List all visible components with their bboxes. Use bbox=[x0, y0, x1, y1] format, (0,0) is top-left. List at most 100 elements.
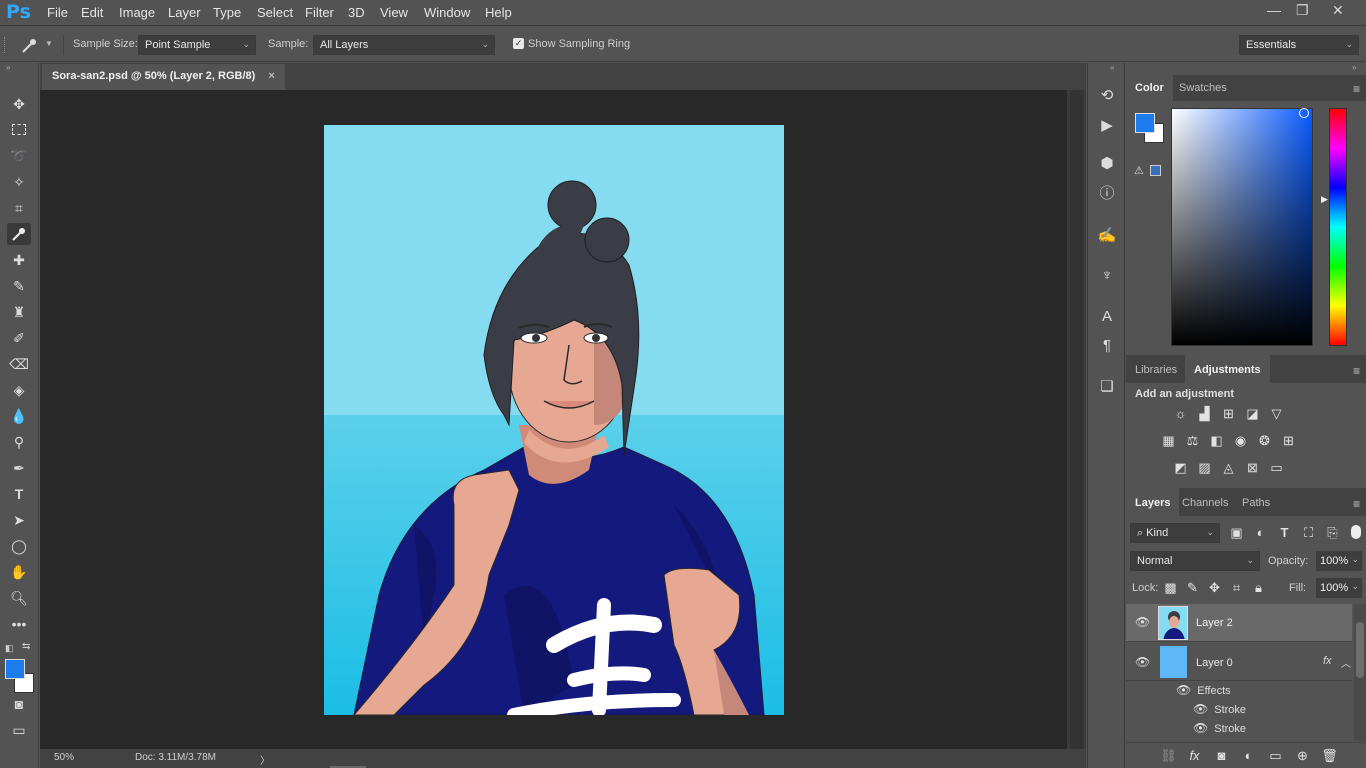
visibility-eye-icon[interactable]: 👁︎ bbox=[1193, 721, 1208, 735]
show-ring-checkbox[interactable]: ✓ bbox=[513, 38, 524, 49]
layer-name[interactable]: Layer 0 bbox=[1196, 657, 1233, 669]
healing-brush-tool-icon[interactable]: ✚ bbox=[7, 249, 31, 271]
brush-settings-icon[interactable]: ✍ bbox=[1096, 225, 1118, 247]
zoom-tool-icon[interactable]: 🔍︎ bbox=[7, 587, 31, 609]
hue-slider-handle[interactable]: ▶ bbox=[1321, 194, 1328, 205]
sample-dropdown[interactable]: All Layers ⌄ bbox=[313, 35, 495, 55]
blur-tool-icon[interactable]: 💧 bbox=[7, 405, 31, 427]
eyedropper-tool-icon[interactable] bbox=[7, 223, 31, 245]
effects-row[interactable]: 👁︎ Effects bbox=[1176, 683, 1231, 697]
add-style-icon[interactable]: fx bbox=[1186, 749, 1203, 763]
color-balance-icon[interactable]: ⚖ bbox=[1184, 434, 1201, 448]
menu-window[interactable]: Window bbox=[424, 5, 470, 20]
document-tab[interactable]: Sora-san2.psd @ 50% (Layer 2, RGB/8) × bbox=[42, 64, 285, 90]
character-panel-icon[interactable]: A bbox=[1096, 306, 1118, 328]
hand-tool-icon[interactable]: ✋ bbox=[7, 561, 31, 583]
tab-color[interactable]: Color bbox=[1126, 75, 1173, 101]
status-menu-arrow[interactable]: 〉 bbox=[260, 752, 270, 767]
info-panel-icon[interactable]: ⓘ bbox=[1096, 183, 1118, 205]
close-window-button[interactable]: ✕ bbox=[1332, 2, 1344, 19]
default-colors-icon[interactable]: ◧ bbox=[5, 643, 14, 654]
hue-slider[interactable] bbox=[1329, 108, 1347, 346]
tab-swatches[interactable]: Swatches bbox=[1170, 75, 1236, 101]
invert-icon[interactable]: ◩ bbox=[1172, 461, 1189, 475]
posterize-icon[interactable]: ▨ bbox=[1196, 461, 1213, 475]
filter-pixel-icon[interactable]: ▣ bbox=[1228, 526, 1245, 540]
visibility-eye-icon[interactable]: 👁︎ bbox=[1135, 655, 1150, 669]
threshold-icon[interactable]: ◬ bbox=[1220, 461, 1237, 475]
lock-image-icon[interactable]: ✎ bbox=[1184, 581, 1201, 595]
close-tab-icon[interactable]: × bbox=[268, 70, 274, 82]
color-field-picker[interactable] bbox=[1171, 108, 1313, 346]
web-safe-swatch[interactable] bbox=[1150, 165, 1161, 176]
opacity-field[interactable]: 100% ⌄ bbox=[1316, 551, 1362, 571]
layer-name[interactable]: Layer 2 bbox=[1196, 617, 1233, 629]
marquee-tool-icon[interactable] bbox=[7, 119, 31, 141]
menu-help[interactable]: Help bbox=[485, 5, 512, 20]
add-mask-icon[interactable]: ◙ bbox=[1213, 749, 1230, 763]
new-group-icon[interactable]: ▭ bbox=[1267, 749, 1284, 763]
gamut-warning-icon[interactable]: ⚠ bbox=[1134, 164, 1144, 177]
styles-panel-icon[interactable]: ❏ bbox=[1096, 376, 1118, 398]
menu-type[interactable]: Type bbox=[213, 5, 241, 20]
lock-artboard-icon[interactable]: ⌗ bbox=[1228, 581, 1245, 595]
menu-image[interactable]: Image bbox=[119, 5, 155, 20]
magic-wand-tool-icon[interactable]: ✧ bbox=[7, 171, 31, 193]
filter-type-icon[interactable]: T bbox=[1276, 526, 1293, 540]
menu-view[interactable]: View bbox=[380, 5, 408, 20]
menu-filter[interactable]: Filter bbox=[305, 5, 334, 20]
effect-row[interactable]: 👁︎ Stroke bbox=[1193, 702, 1246, 716]
tab-paths[interactable]: Paths bbox=[1233, 488, 1279, 514]
menu-edit[interactable]: Edit bbox=[81, 5, 103, 20]
layer-fx-badge[interactable]: fx bbox=[1323, 655, 1332, 667]
fill-field[interactable]: 100% ⌄ bbox=[1316, 578, 1362, 598]
paragraph-panel-icon[interactable]: ¶ bbox=[1096, 335, 1118, 357]
menu-select[interactable]: Select bbox=[257, 5, 293, 20]
hue-saturation-icon[interactable]: ▦ bbox=[1160, 434, 1177, 448]
channel-mixer-icon[interactable]: ❂ bbox=[1256, 434, 1273, 448]
new-layer-icon[interactable]: ⊕ bbox=[1294, 749, 1311, 763]
swap-colors-icon[interactable]: ⇆ bbox=[22, 641, 30, 652]
filter-toggle[interactable] bbox=[1351, 525, 1361, 539]
minimize-button[interactable]: — bbox=[1267, 2, 1281, 18]
photo-filter-icon[interactable]: ◉ bbox=[1232, 434, 1249, 448]
black-white-icon[interactable]: ◧ bbox=[1208, 434, 1225, 448]
layer-row-layer-2[interactable]: 👁︎ Layer 2 bbox=[1126, 604, 1352, 642]
layers-scrollbar[interactable] bbox=[1354, 604, 1366, 741]
panel-menu-icon[interactable]: ≡ bbox=[1353, 497, 1360, 511]
paint-bucket-tool-icon[interactable]: ◈ bbox=[7, 379, 31, 401]
expand-arrows-icon[interactable]: « bbox=[1110, 63, 1114, 72]
grip-handle[interactable] bbox=[4, 37, 8, 53]
collapse-panels-icon[interactable]: » bbox=[1352, 63, 1356, 72]
brightness-contrast-icon[interactable]: ☼ bbox=[1172, 407, 1189, 421]
move-tool-icon[interactable]: ✥ bbox=[7, 93, 31, 115]
actions-panel-icon[interactable]: ▶ bbox=[1096, 115, 1118, 137]
lock-position-icon[interactable]: ✥ bbox=[1206, 581, 1223, 595]
clone-source-icon[interactable]: ♆ bbox=[1096, 265, 1118, 287]
type-tool-icon[interactable]: T bbox=[7, 483, 31, 505]
workspace-dropdown[interactable]: Essentials ⌄ bbox=[1239, 35, 1359, 55]
vertical-scrollbar[interactable] bbox=[1067, 90, 1086, 749]
menu-file[interactable]: File bbox=[47, 5, 68, 20]
filter-shape-icon[interactable]: ⛶ bbox=[1300, 526, 1317, 540]
lock-transparent-icon[interactable]: ▩ bbox=[1162, 581, 1179, 595]
preset-chevron-down-icon[interactable]: ▼ bbox=[45, 39, 53, 48]
layer-filter-dropdown[interactable]: ⌕ Kind ⌄ bbox=[1130, 523, 1220, 543]
visibility-eye-icon[interactable]: 👁︎ bbox=[1176, 683, 1191, 697]
filter-smart-object-icon[interactable]: ⎘ bbox=[1324, 526, 1341, 540]
tab-channels[interactable]: Channels bbox=[1173, 488, 1237, 514]
path-selection-tool-icon[interactable]: ➤ bbox=[7, 509, 31, 531]
color-fg-swatch[interactable] bbox=[1135, 113, 1155, 133]
curves-icon[interactable]: ⊞ bbox=[1220, 407, 1237, 421]
gradient-map-icon[interactable]: ▭ bbox=[1268, 461, 1285, 475]
visibility-eye-icon[interactable]: 👁︎ bbox=[1135, 615, 1150, 629]
visibility-eye-icon[interactable]: 👁︎ bbox=[1193, 702, 1208, 716]
eyedropper-preset-icon[interactable] bbox=[20, 35, 40, 55]
effect-row[interactable]: 👁︎ Stroke bbox=[1193, 721, 1246, 735]
tab-adjustments[interactable]: Adjustments bbox=[1185, 355, 1270, 383]
levels-icon[interactable]: ▟ bbox=[1196, 407, 1213, 421]
lasso-tool-icon[interactable]: ➰ bbox=[7, 145, 31, 167]
lock-all-icon[interactable]: 🔒︎ bbox=[1250, 581, 1267, 595]
link-layers-icon[interactable]: ⛓ bbox=[1160, 749, 1177, 763]
history-panel-icon[interactable]: ⟲ bbox=[1096, 85, 1118, 107]
